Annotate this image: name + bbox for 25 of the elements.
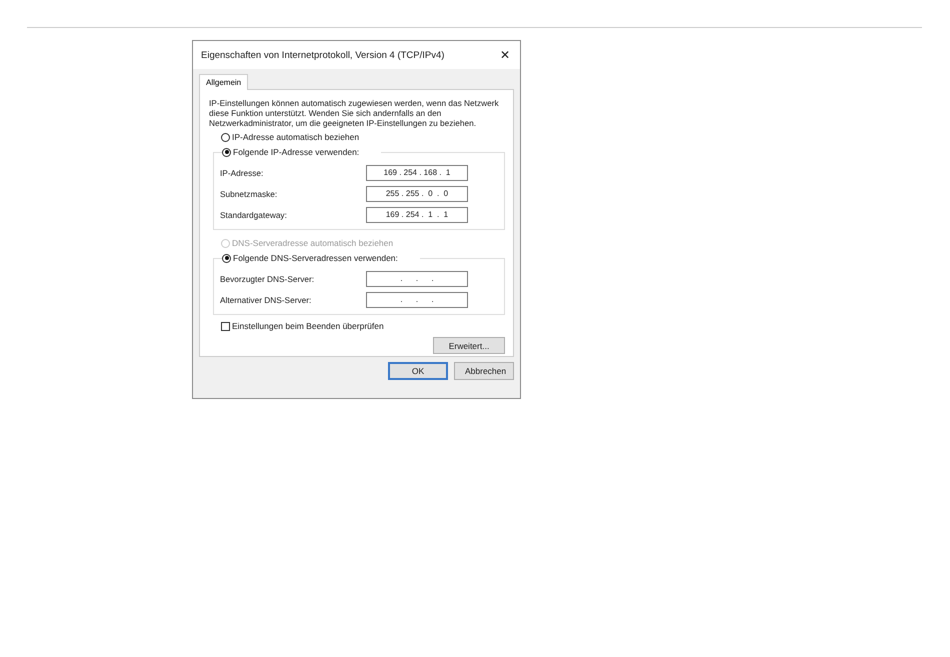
window-title: Eigenschaften von Internetprotokoll, Version 4 (TCP/IPv4) xyxy=(201,50,444,60)
radio-label[interactable]: Folgende DNS-Serveradressen verwenden: xyxy=(233,253,398,263)
ip-address-field[interactable]: . . . xyxy=(366,292,468,308)
field-label: Bevorzugter DNS-Server: xyxy=(220,274,314,284)
close-button[interactable]: ✕ xyxy=(490,41,520,69)
radio-label[interactable]: IP-Adresse automatisch beziehen xyxy=(232,132,360,142)
checkbox[interactable] xyxy=(221,322,230,330)
dialog-button[interactable]: Abbrechen xyxy=(454,362,514,380)
checkbox-label[interactable]: Einstellungen beim Beenden überprüfen xyxy=(232,321,384,331)
dialog-button[interactable]: OK xyxy=(388,362,448,380)
ip-address-field[interactable]: 169 . 254 . 1 . 1 xyxy=(366,206,468,222)
field-label: Subnetzmaske: xyxy=(220,188,278,198)
ip-address-field[interactable]: 255 . 255 . 0 . 0 xyxy=(366,186,468,202)
field-label: Standardgateway: xyxy=(220,210,287,220)
radio-label[interactable]: Folgende IP-Adresse verwenden: xyxy=(233,147,360,157)
radio-button[interactable] xyxy=(221,132,230,142)
field-label: IP-Adresse: xyxy=(220,168,264,178)
radio-button[interactable] xyxy=(222,254,231,262)
radio-button[interactable] xyxy=(222,148,231,156)
ip-address-field[interactable]: 169 . 254 . 168 . 1 xyxy=(366,164,468,180)
field-label: Alternativer DNS-Server: xyxy=(220,294,312,304)
ip-address-field[interactable]: . . . xyxy=(366,270,468,286)
tab[interactable]: Allgemein xyxy=(199,74,248,90)
advanced-button[interactable]: Erweitert... xyxy=(433,337,505,354)
intro-text: IP-Einstellungen können automatisch zugewiesen werden, wenn das Netzwerk diese Funktion unterstützt. Wenden Sie sich andernfalls an den Netzwerkadministrator, um die geeigneten IP-Einstellungen zu beziehen. xyxy=(209,98,500,128)
